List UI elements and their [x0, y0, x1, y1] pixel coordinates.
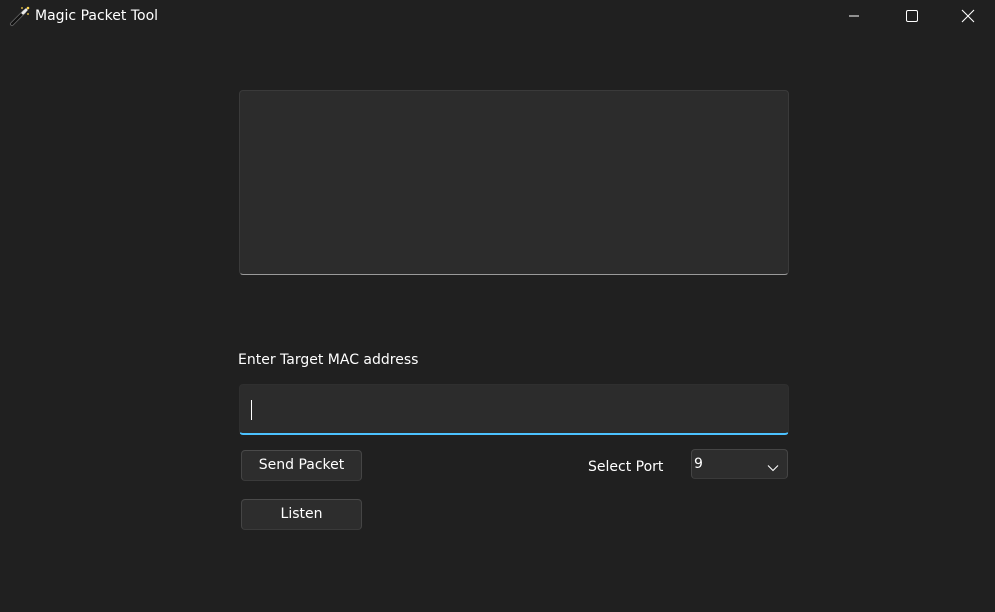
magic-wand-icon: [9, 5, 31, 27]
app-window: Magic Packet Tool Enter Target MAC addre…: [0, 0, 995, 612]
window-title: Magic Packet Tool: [35, 8, 159, 24]
send-packet-button[interactable]: Send Packet: [241, 450, 362, 481]
minimize-button[interactable]: [825, 0, 883, 32]
close-icon: [961, 9, 975, 23]
listen-button[interactable]: Listen: [241, 499, 362, 530]
mac-address-label: Enter Target MAC address: [238, 352, 419, 368]
title-bar[interactable]: Magic Packet Tool: [0, 0, 995, 32]
select-port-label: Select Port: [588, 459, 664, 475]
maximize-button[interactable]: [883, 0, 941, 32]
port-dropdown[interactable]: 9: [691, 449, 788, 479]
maximize-icon: [906, 10, 918, 22]
port-selected-value: 9: [694, 456, 703, 472]
text-cursor: [251, 400, 252, 420]
output-text-area[interactable]: [239, 90, 789, 275]
mac-address-field[interactable]: [239, 384, 789, 435]
mac-address-input[interactable]: [240, 385, 788, 433]
minimize-icon: [848, 10, 860, 22]
close-button[interactable]: [941, 0, 995, 32]
chevron-down-icon: [767, 459, 779, 472]
